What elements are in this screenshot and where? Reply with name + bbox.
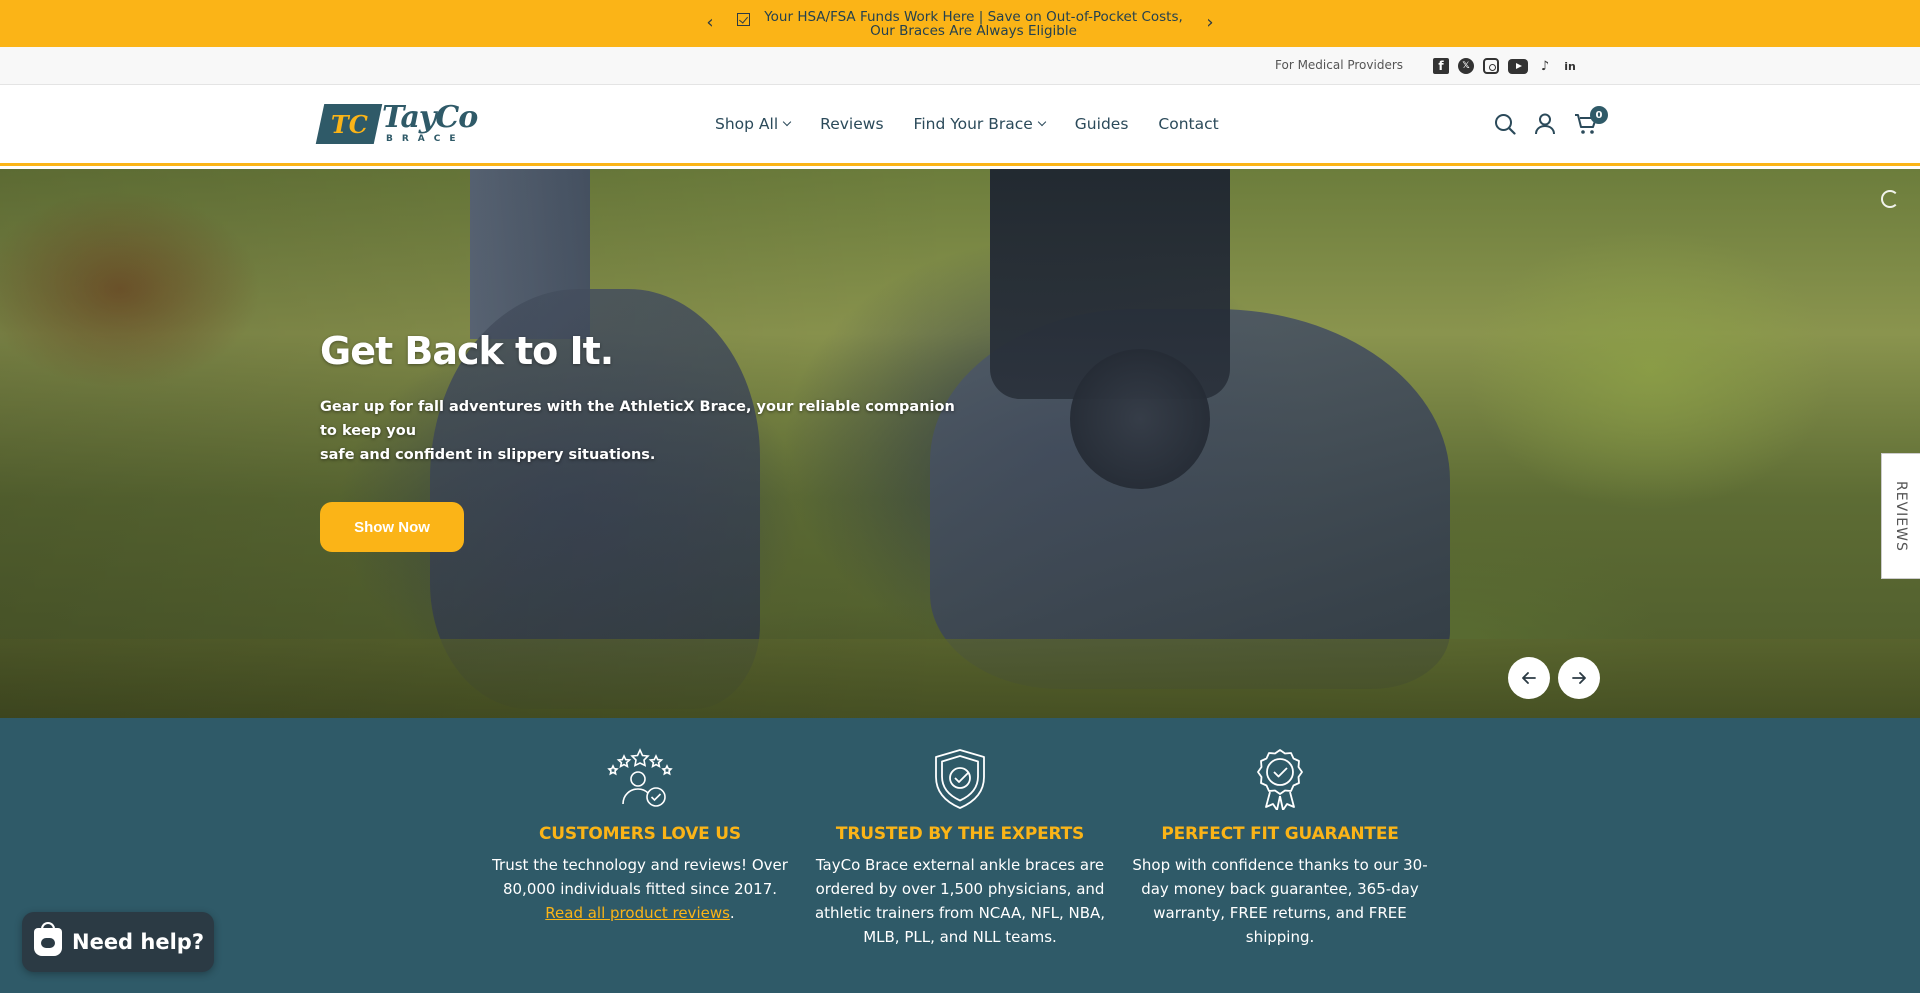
chevron-down-icon — [1037, 117, 1047, 127]
features-section: CUSTOMERS LOVE US Trust the technology a… — [0, 718, 1920, 993]
announcement-bar: ‹ Your HSA/FSA Funds Work Here | Save on… — [0, 0, 1920, 47]
social-links: f 𝕏 ♪ in — [1433, 58, 1578, 74]
nav-contact[interactable]: Contact — [1158, 115, 1218, 133]
feature-text: Shop with confidence thanks to our 30-da… — [1132, 856, 1428, 946]
chevron-down-icon — [782, 117, 792, 127]
logo-mark: TC — [315, 103, 383, 144]
checkbox-icon — [736, 12, 750, 26]
instagram-icon[interactable] — [1483, 58, 1499, 74]
feature-guarantee: PERFECT FIT GUARANTEE Shop with confiden… — [1130, 748, 1430, 949]
announcement-message[interactable]: Your HSA/FSA Funds Work Here | Save on O… — [736, 8, 1184, 39]
reviews-side-tab[interactable]: REVIEWS — [1881, 453, 1920, 579]
cart-count-badge: 0 — [1590, 106, 1608, 124]
tayco-logo[interactable]: TC TayCo BRACE — [315, 100, 478, 144]
feature-customers: CUSTOMERS LOVE US Trust the technology a… — [490, 748, 790, 925]
nav-find-your-brace[interactable]: Find Your Brace — [914, 115, 1047, 133]
feature-title: CUSTOMERS LOVE US — [539, 824, 741, 844]
arrow-right-icon — [1572, 672, 1586, 684]
announcement-text-line1: Your HSA/FSA Funds Work Here | Save on O… — [764, 8, 1183, 25]
account-icon[interactable] — [1534, 113, 1556, 135]
search-icon[interactable] — [1494, 113, 1516, 135]
youtube-icon[interactable] — [1508, 58, 1528, 74]
hero-cta-button[interactable]: Show Now — [320, 502, 464, 552]
announcement-next-button[interactable]: › — [1200, 12, 1220, 33]
medical-providers-link[interactable]: For Medical Providers — [1275, 58, 1403, 72]
nav-reviews[interactable]: Reviews — [820, 115, 883, 133]
feature-experts: TRUSTED BY THE EXPERTS TayCo Brace exter… — [810, 748, 1110, 949]
feature-title: PERFECT FIT GUARANTEE — [1161, 824, 1399, 844]
tiktok-icon[interactable]: ♪ — [1537, 58, 1553, 74]
nav-guides[interactable]: Guides — [1075, 115, 1129, 133]
logo-subtitle: BRACE — [386, 134, 465, 144]
read-reviews-link[interactable]: Read all product reviews — [545, 904, 730, 922]
feature-text: Trust the technology and reviews! Over 8… — [492, 856, 788, 922]
nav-shop-all[interactable]: Shop All — [715, 115, 792, 133]
feature-text: TayCo Brace external ankle braces are or… — [814, 856, 1106, 946]
hero-title: Get Back to It. — [320, 329, 614, 373]
hero-subtitle: Gear up for fall adventures with the Ath… — [320, 399, 955, 463]
arrow-left-icon — [1522, 672, 1536, 684]
hero-next-button[interactable] — [1558, 657, 1600, 699]
chat-label: Need help? — [72, 930, 205, 954]
header-actions: 0 — [1494, 106, 1608, 135]
cart-icon[interactable]: 0 — [1574, 106, 1608, 135]
customer-stars-icon — [490, 748, 790, 810]
loading-spinner-icon — [1881, 190, 1899, 208]
shield-check-icon — [810, 748, 1110, 810]
logo-wordmark: TayCo — [382, 100, 478, 135]
facebook-icon[interactable]: f — [1433, 58, 1449, 74]
award-badge-icon — [1130, 748, 1430, 810]
linkedin-icon[interactable]: in — [1562, 58, 1578, 74]
main-nav: Shop All Reviews Find Your Brace Guides … — [715, 115, 1219, 133]
utility-bar: For Medical Providers f 𝕏 ♪ in — [0, 47, 1920, 85]
hero-prev-button[interactable] — [1508, 657, 1550, 699]
site-header: TC TayCo BRACE Shop All Reviews Find You… — [0, 85, 1920, 166]
need-help-chat-button[interactable]: Need help? — [22, 912, 214, 972]
feature-title: TRUSTED BY THE EXPERTS — [835, 824, 1085, 844]
shopify-chat-icon — [34, 922, 62, 956]
announcement-prev-button[interactable]: ‹ — [700, 12, 720, 33]
hero-banner: Get Back to It. Gear up for fall adventu… — [0, 169, 1920, 718]
announcement-text-line2: Our Braces Are Always Eligible — [870, 22, 1077, 39]
x-icon[interactable]: 𝕏 — [1458, 58, 1474, 74]
